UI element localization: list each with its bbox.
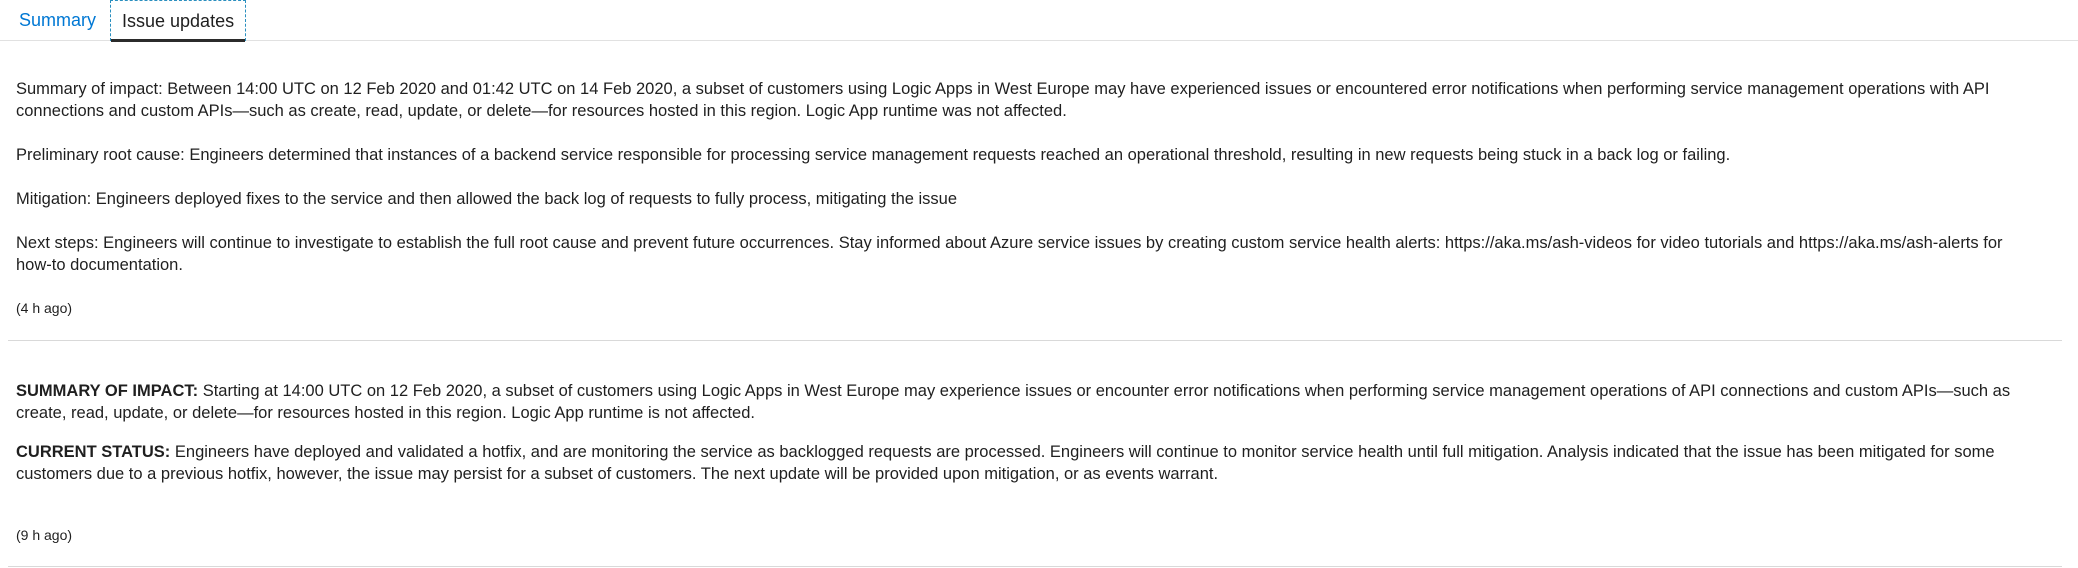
update-1-summary-of-impact: Summary of impact: Between 14:00 UTC on … [16, 80, 1990, 120]
update-1-mitigation: Mitigation: Engineers deployed fixes to … [16, 190, 958, 208]
update-2-impact-label: SUMMARY OF IMPACT: [16, 382, 199, 400]
tab-issue-updates[interactable]: Issue updates [110, 0, 247, 42]
update-1-preliminary-root-cause: Preliminary root cause: Engineers determ… [16, 146, 1731, 164]
tab-summary[interactable]: Summary [8, 0, 107, 40]
tab-bar: Summary Issue updates [0, 0, 2078, 42]
update-2-status-label: CURRENT STATUS: [16, 443, 171, 461]
update-1-next-steps: Next steps: Engineers will continue to i… [16, 234, 2003, 274]
update-2-current-status: CURRENT STATUS: Engineers have deployed … [16, 441, 2056, 485]
update-2-impact-text: Starting at 14:00 UTC on 12 Feb 2020, a … [16, 382, 2011, 422]
update-2-status-text: Engineers have deployed and validated a … [16, 443, 1995, 483]
update-1-timestamp: (4 h ago) [16, 300, 73, 316]
update-divider-1 [8, 340, 2062, 341]
update-2-timestamp: (9 h ago) [16, 527, 73, 543]
update-2-summary-of-impact: SUMMARY OF IMPACT: Starting at 14:00 UTC… [16, 380, 2056, 424]
update-divider-2 [8, 566, 2062, 567]
